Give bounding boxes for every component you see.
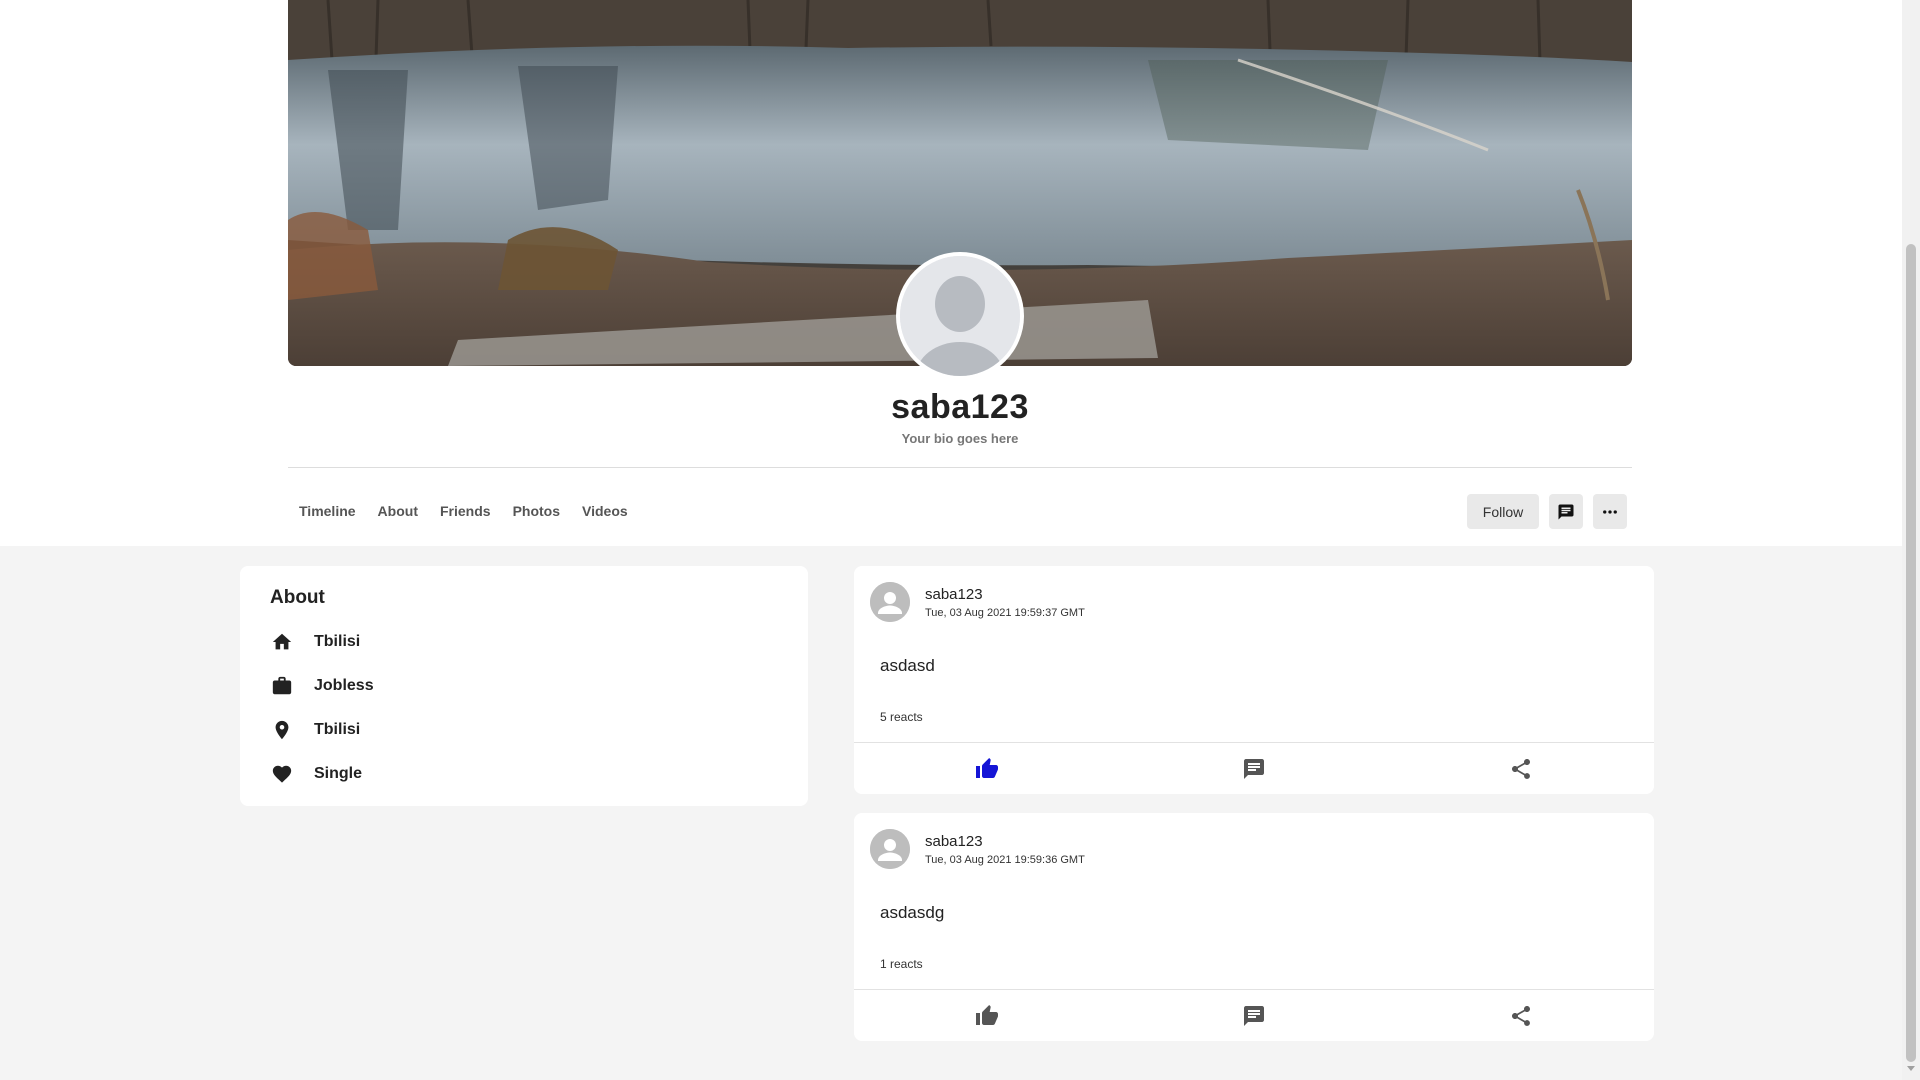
profile-username: saba123	[891, 388, 1029, 426]
post-action-bar	[854, 990, 1654, 1041]
scrollbar-thumb[interactable]	[1906, 244, 1916, 1062]
scroll-down-arrow-icon[interactable]	[1907, 1066, 1915, 1071]
default-avatar-icon	[900, 256, 1020, 376]
comment-icon	[1244, 1005, 1264, 1026]
share-icon	[1511, 758, 1530, 779]
about-item-relationship: Single	[270, 762, 362, 786]
share-button[interactable]	[1387, 990, 1654, 1041]
post-reacts[interactable]: 5 reacts	[880, 710, 923, 724]
post-text: asdasdg	[880, 903, 945, 922]
message-button[interactable]	[1549, 494, 1583, 529]
message-icon	[1558, 504, 1574, 519]
tab-timeline[interactable]: Timeline	[299, 503, 356, 519]
more-button[interactable]	[1593, 494, 1627, 529]
like-button[interactable]	[854, 743, 1121, 794]
post-timestamp: Tue, 03 Aug 2021 19:59:36 GMT	[925, 854, 1085, 866]
comment-button[interactable]	[1121, 743, 1388, 794]
home-icon	[270, 630, 294, 654]
user-avatar-icon	[870, 582, 910, 622]
share-icon	[1511, 1005, 1530, 1026]
about-card: About Tbilisi Jobless Tbilisi Single	[240, 566, 808, 806]
about-item-label: Single	[314, 765, 363, 782]
page-scrollbar[interactable]	[1902, 0, 1920, 1080]
about-item-hometown: Tbilisi	[270, 630, 360, 654]
tab-photos[interactable]: Photos	[513, 503, 560, 519]
profile-header: saba123 Your bio goes here Timeline Abou…	[0, 0, 1902, 546]
like-button[interactable]	[854, 990, 1121, 1041]
tab-videos[interactable]: Videos	[582, 503, 628, 519]
profile-bio: Your bio goes here	[901, 431, 1019, 446]
about-item-location: Tbilisi	[270, 718, 360, 742]
post-avatar[interactable]	[870, 582, 910, 622]
user-avatar-icon	[870, 829, 910, 869]
about-item-work: Jobless	[270, 674, 374, 698]
share-button[interactable]	[1387, 743, 1654, 794]
post-avatar[interactable]	[870, 829, 910, 869]
profile-actions: Follow	[1467, 494, 1627, 529]
tab-friends[interactable]: Friends	[440, 503, 491, 519]
post-author[interactable]: saba123	[925, 833, 983, 850]
post-card: saba123 Tue, 03 Aug 2021 19:59:36 GMT as…	[854, 813, 1654, 1041]
location-pin-icon	[270, 718, 294, 742]
post-reacts[interactable]: 1 reacts	[880, 957, 923, 971]
post-timestamp: Tue, 03 Aug 2021 19:59:37 GMT	[925, 607, 1085, 619]
header-divider	[288, 467, 1632, 468]
comment-button[interactable]	[1121, 990, 1388, 1041]
profile-avatar[interactable]	[896, 252, 1024, 380]
thumbs-up-icon	[976, 1004, 999, 1025]
post-action-bar	[854, 743, 1654, 794]
profile-nav: Timeline About Friends Photos Videos	[299, 503, 628, 519]
briefcase-icon	[270, 674, 294, 698]
more-icon	[1603, 509, 1617, 514]
post-text: asdasd	[880, 656, 935, 675]
comment-icon	[1244, 758, 1264, 779]
follow-button[interactable]: Follow	[1467, 494, 1539, 529]
about-item-label: Tbilisi	[314, 633, 361, 650]
tab-about[interactable]: About	[378, 503, 418, 519]
post-author[interactable]: saba123	[925, 586, 983, 603]
about-title: About	[270, 587, 325, 608]
about-item-label: Jobless	[314, 677, 374, 694]
thumbs-up-icon	[976, 757, 999, 778]
post-card: saba123 Tue, 03 Aug 2021 19:59:37 GMT as…	[854, 566, 1654, 794]
heart-icon	[270, 762, 294, 786]
about-item-label: Tbilisi	[314, 721, 361, 738]
